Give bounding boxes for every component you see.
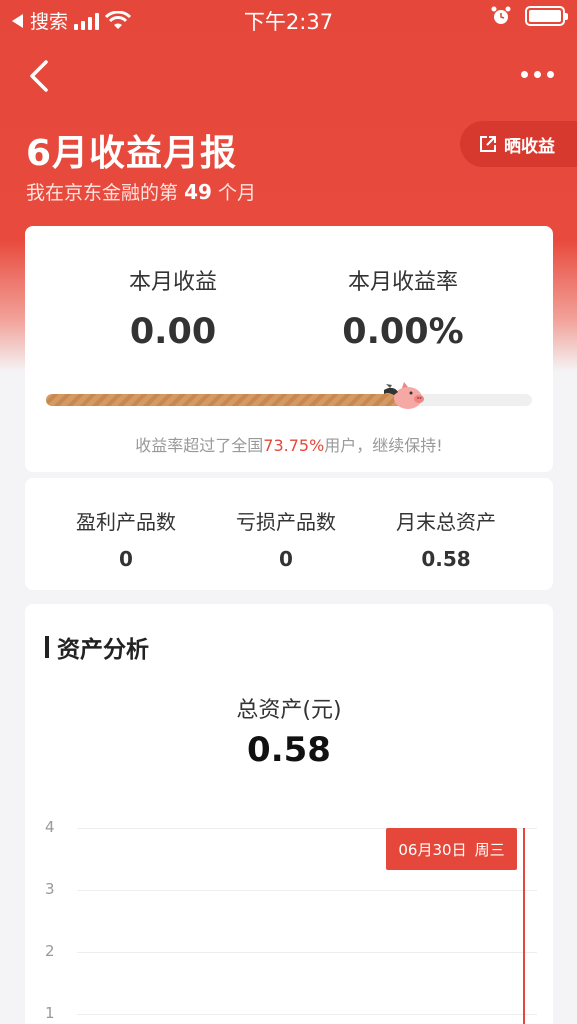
subtitle-suffix: 个月: [217, 182, 256, 204]
share-earnings-button[interactable]: 晒收益: [460, 121, 577, 167]
total-assets-value: 0.58: [247, 730, 331, 770]
stat-profit-value: 0: [119, 547, 133, 571]
page-title: 6月收益月报: [26, 133, 238, 174]
back-button[interactable]: [26, 58, 56, 94]
monthly-rate-value: 0.00%: [342, 312, 464, 352]
chart-y-tick-label: 1: [45, 1004, 55, 1022]
monthly-income-value: 0.00: [129, 312, 217, 352]
chart-gridline: [77, 952, 537, 953]
battery-icon: [525, 6, 568, 26]
subtitle-month-count: 49: [184, 180, 212, 204]
stat-loss-value: 0: [279, 547, 293, 571]
chart-y-tick-label: 3: [45, 880, 55, 898]
assets-line-chart[interactable]: 06月30日 周三 4 3 2 1: [25, 804, 553, 1024]
chart-y-tick-label: 2: [45, 942, 55, 960]
monthly-summary-card: 本月收益 0.00 本月收益率 0.00% 收益率超过了全国73.75%用户，继…: [25, 226, 553, 472]
navigation-bar: [0, 50, 577, 100]
stat-loss-label: 亏损产品数: [236, 510, 336, 534]
section-title-bar: [45, 636, 49, 658]
more-dot-icon: [533, 70, 541, 78]
stat-profit-products: 盈利产品数 0: [38, 506, 214, 571]
monthly-rate-label: 本月收益率: [347, 270, 458, 295]
total-assets-label: 总资产(元): [236, 698, 342, 723]
beat-percent: 73.75%: [263, 436, 325, 455]
section-title-text: 资产分析: [57, 637, 149, 663]
chevron-left-icon: [30, 60, 48, 92]
stat-month-end-assets: 月末总资产 0.58: [358, 506, 534, 571]
product-stats-card: 盈利产品数 0 亏损产品数 0 月末总资产 0.58: [25, 478, 553, 590]
share-label: 晒收益: [504, 136, 555, 157]
beat-text-prefix: 收益率超过了全国: [135, 436, 264, 455]
more-button[interactable]: [517, 62, 557, 86]
monthly-income-label: 本月收益: [128, 270, 217, 295]
tooltip-weekday: 周三: [474, 840, 505, 859]
percentile-description: 收益率超过了全国73.75%用户，继续保持!: [25, 432, 553, 456]
percentile-progress-bar: [46, 394, 532, 406]
subtitle-prefix: 我在京东金融的第: [26, 182, 179, 204]
more-dot-icon: [546, 70, 554, 78]
chart-cursor-line: [523, 828, 525, 1024]
stat-assets-label: 月末总资产: [396, 510, 496, 534]
more-dot-icon: [520, 70, 528, 78]
stat-profit-label: 盈利产品数: [76, 510, 176, 534]
stat-assets-value: 0.58: [421, 547, 471, 571]
chart-y-tick-label: 4: [45, 818, 55, 836]
chart-gridline: [77, 1014, 537, 1015]
percentile-progress-fill: [46, 394, 404, 406]
status-bar: 搜索 下午2:37: [0, 0, 577, 40]
beat-text-suffix: 用户，继续保持!: [324, 436, 443, 455]
page-subtitle: 我在京东金融的第 49 个月: [26, 178, 256, 205]
piggy-mascot-icon: [384, 382, 424, 409]
tooltip-date: 06月30日: [398, 840, 467, 859]
alarm-clock-icon: [491, 6, 511, 24]
chart-tooltip: 06月30日 周三: [386, 828, 517, 870]
chart-gridline: [77, 890, 537, 891]
section-title: 资产分析: [45, 630, 149, 664]
share-icon: [480, 136, 496, 152]
stat-loss-products: 亏损产品数 0: [198, 506, 374, 571]
asset-analysis-card: 资产分析 总资产(元) 0.58 06月30日 周三 4 3 2 1: [25, 604, 553, 1024]
